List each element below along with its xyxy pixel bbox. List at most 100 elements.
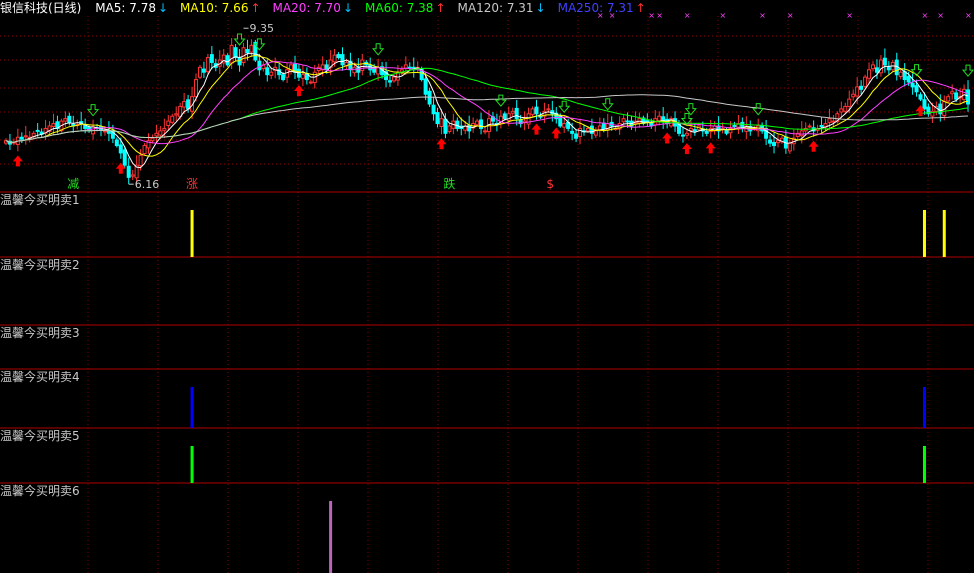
candle-body — [510, 110, 515, 114]
candle-body — [300, 74, 305, 79]
buy-arrow-icon — [662, 132, 673, 144]
candle-body — [233, 47, 238, 59]
top-marker-icon: × — [965, 11, 972, 20]
candle-body — [439, 118, 444, 127]
candle-body — [906, 76, 911, 83]
price-annotation: 6.16 — [135, 178, 160, 191]
candle-body — [166, 120, 171, 127]
candle-body — [142, 145, 147, 155]
candle-body — [158, 130, 163, 136]
candle-body — [688, 127, 693, 131]
candle-body — [122, 149, 127, 166]
candle-body — [827, 118, 832, 123]
candle-body — [201, 68, 206, 73]
signal-bar — [922, 387, 926, 428]
candle-body — [874, 67, 879, 73]
top-marker-icon: × — [759, 11, 766, 20]
candle-body — [831, 120, 836, 123]
candle-body — [229, 44, 234, 64]
sell-arrow-icon — [752, 103, 765, 116]
candle-body — [114, 139, 119, 147]
candle-body — [871, 64, 876, 70]
candle-body — [534, 106, 539, 115]
candle-body — [692, 129, 697, 132]
candle-body — [67, 115, 72, 124]
ma5-line — [5, 53, 969, 169]
trend-arrow-icon: ↓ — [342, 1, 354, 15]
candle-body — [475, 120, 480, 126]
candle-body — [502, 113, 507, 120]
candle-body — [194, 79, 199, 98]
candle-body — [950, 91, 955, 95]
panel-label-2: 温馨今买明卖2 — [0, 258, 80, 272]
sell-arrow-icon — [87, 104, 100, 117]
candle-body — [910, 82, 915, 88]
candle-body — [946, 96, 951, 102]
signal-label: 涨 — [186, 176, 198, 191]
signal-bar — [329, 501, 333, 573]
candle-body — [431, 104, 436, 115]
panel-label-6: 温馨今买明卖6 — [0, 484, 80, 498]
ma-indicator-2: MA20: 7.70 ↓ — [272, 1, 354, 15]
candle-body — [843, 105, 848, 112]
top-marker-icon: × — [684, 11, 691, 20]
candle-body — [130, 174, 135, 177]
candle-body — [150, 137, 155, 142]
candle-body — [51, 123, 56, 128]
signal-label: $ — [546, 177, 554, 191]
candle-body — [162, 127, 167, 131]
candle-body — [483, 130, 488, 133]
price-annotation: 9.35 — [250, 22, 275, 35]
candle-body — [391, 76, 396, 82]
trend-arrow-icon: ↑ — [250, 1, 261, 15]
candle-body — [799, 130, 804, 137]
buy-arrow-icon — [531, 123, 542, 135]
signal-label: 跌 — [443, 176, 455, 191]
candle-body — [514, 107, 519, 120]
signal-bar — [190, 210, 194, 257]
ma-indicator-0: MA5: 7.78 ↓ — [95, 1, 169, 15]
candle-body — [645, 120, 650, 123]
candle-body — [570, 130, 575, 134]
candle-body — [205, 57, 210, 73]
candle-body — [772, 142, 777, 147]
candle-body — [807, 125, 812, 128]
candle-body — [102, 130, 107, 133]
sell-arrow-icon — [961, 64, 974, 77]
candle-body — [601, 122, 606, 129]
sell-arrow-icon — [494, 94, 507, 107]
candle-body — [35, 129, 40, 132]
top-marker-icon: × — [921, 11, 928, 20]
candle-body — [118, 144, 123, 154]
candle-body — [269, 71, 274, 76]
candle-body — [336, 54, 341, 59]
candle-body — [680, 134, 685, 137]
ma-indicator-3: MA60: 7.38 ↑ — [365, 1, 446, 15]
candle-body — [23, 135, 28, 138]
buy-arrow-icon — [551, 127, 562, 139]
signal-bar — [922, 210, 926, 257]
ma-indicator-4: MA120: 7.31 ↓ — [457, 1, 546, 15]
signal-bar — [190, 446, 194, 483]
candle-body — [249, 44, 254, 53]
sell-arrow-icon — [558, 100, 571, 114]
candle-body — [851, 93, 856, 98]
top-marker-icon: × — [656, 11, 663, 20]
candle-body — [182, 101, 187, 108]
candle-body — [447, 125, 452, 133]
candle-body — [281, 74, 286, 81]
signal-bar — [190, 387, 194, 428]
candle-body — [423, 78, 428, 95]
candle-body — [886, 66, 891, 71]
candle-body — [530, 108, 535, 115]
top-marker-icon: × — [846, 11, 853, 20]
stock-title: 银信科技(日线) — [0, 1, 82, 15]
candle-body — [724, 129, 729, 134]
candle-body — [63, 118, 68, 122]
chart-canvas: × × × × × × × × × × × ×9.356.16减涨跌 $ — [0, 11, 974, 573]
buy-arrow-icon — [808, 140, 819, 152]
candle-body — [19, 136, 24, 140]
candle-body — [787, 142, 792, 152]
candle-body — [174, 113, 179, 116]
panel-label-3: 温馨今买明卖3 — [0, 326, 80, 340]
